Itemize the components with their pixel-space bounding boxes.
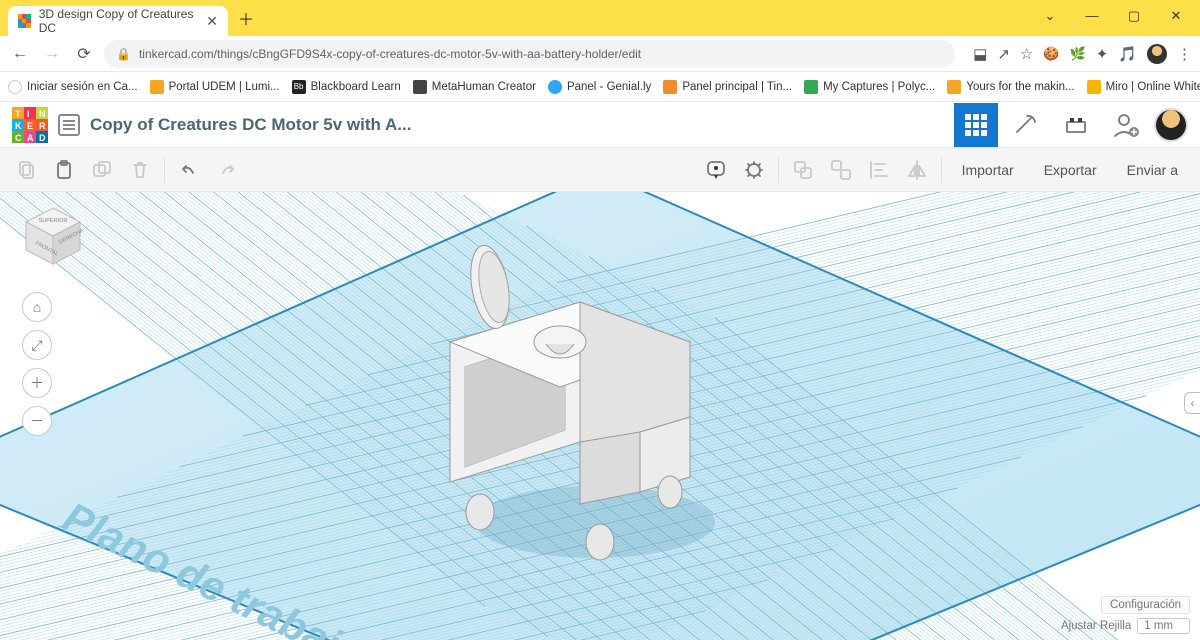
extensions-icon[interactable]: ✦ — [1096, 45, 1109, 63]
window-controls: ⌄ — ▢ ✕ — [1038, 8, 1188, 24]
user-avatar[interactable] — [1154, 108, 1188, 142]
tab-title: 3D design Copy of Creatures DC — [39, 7, 199, 35]
bookmark-item[interactable]: BbBlackboard Learn — [292, 80, 401, 94]
design-title[interactable]: Copy of Creatures DC Motor 5v with A... — [90, 115, 411, 135]
bookmark-item[interactable]: Panel principal | Tin... — [663, 80, 792, 94]
workplane[interactable]: Plano de trabajo — [0, 192, 1200, 640]
garden-icon[interactable]: 🌿 — [1070, 46, 1086, 62]
lock-icon: 🔒 — [116, 47, 131, 61]
new-tab-button[interactable]: ＋ — [228, 6, 264, 30]
bookmarks-bar: Iniciar sesión en Ca... Portal UDEM | Lu… — [0, 72, 1200, 102]
grid-snap-label: Ajustar Rejilla — [1061, 620, 1131, 632]
grid-config-button[interactable]: Configuración — [1101, 596, 1190, 614]
bookmark-item[interactable]: Iniciar sesión en Ca... — [8, 80, 138, 94]
browser-tab-active[interactable]: 3D design Copy of Creatures DC ✕ — [8, 6, 228, 36]
delete-icon[interactable] — [126, 156, 154, 184]
import-button[interactable]: Importar — [952, 162, 1024, 178]
music-icon[interactable]: 🎵 — [1118, 45, 1137, 63]
url-bar[interactable]: 🔒 tinkercad.com/things/cBngGFD9S4x-copy-… — [104, 40, 955, 68]
grid-icon — [965, 114, 987, 136]
svg-text:R: R — [39, 121, 46, 131]
svg-text:A: A — [27, 133, 34, 143]
copy-icon[interactable] — [12, 156, 40, 184]
zoom-out-button[interactable]: － — [22, 406, 52, 436]
grid-snap-select[interactable]: 1 mm — [1137, 618, 1190, 634]
svg-text:SUPERIOR: SUPERIOR — [39, 218, 68, 224]
window-minimize-icon[interactable]: — — [1080, 8, 1104, 24]
view-3d-grid-button[interactable] — [954, 103, 998, 147]
svg-text:E: E — [27, 121, 33, 131]
lego-brick-icon — [1063, 112, 1089, 138]
bookmark-item[interactable]: Portal UDEM | Lumi... — [150, 80, 280, 94]
ungroup-icon[interactable] — [827, 156, 855, 184]
design-outline-icon[interactable] — [58, 114, 80, 136]
view-cube[interactable]: SUPERIOR FRONTAL DERECHA — [18, 202, 88, 272]
bookmark-item[interactable]: My Captures | Polyc... — [804, 80, 935, 94]
cookie-icon[interactable]: 🍪 — [1043, 46, 1059, 62]
nav-reload-icon[interactable]: ⟳ — [72, 42, 96, 66]
tinkercad-logo[interactable]: TIN KER CAD — [12, 107, 48, 143]
duplicate-icon[interactable] — [88, 156, 116, 184]
tab-close-icon[interactable]: ✕ — [206, 13, 218, 30]
group-icon[interactable] — [789, 156, 817, 184]
svg-text:K: K — [15, 121, 22, 131]
url-text: tinkercad.com/things/cBngGFD9S4x-copy-of… — [139, 47, 641, 61]
align-icon[interactable] — [865, 156, 893, 184]
nav-forward-icon[interactable]: → — [40, 42, 64, 66]
visibility-icon[interactable] — [740, 156, 768, 184]
notes-icon[interactable] — [702, 156, 730, 184]
bookmark-item[interactable]: MetaHuman Creator — [413, 80, 536, 94]
svg-text:C: C — [15, 133, 22, 143]
window-chevron-icon[interactable]: ⌄ — [1038, 8, 1062, 24]
send-to-button[interactable]: Enviar a — [1117, 162, 1188, 178]
redo-icon[interactable] — [213, 156, 241, 184]
svg-text:D: D — [39, 133, 46, 143]
undo-icon[interactable] — [175, 156, 203, 184]
workplane-grid: Plano de trabajo — [0, 192, 1200, 640]
fit-view-button[interactable]: ⤢ — [22, 330, 52, 360]
bookmark-item[interactable]: Yours for the makin... — [947, 80, 1074, 94]
bookmark-item[interactable]: Panel - Genial.ly — [548, 80, 651, 94]
tinkercad-favicon — [18, 14, 31, 28]
svg-text:I: I — [27, 109, 30, 119]
bookmark-star-icon[interactable]: ☆ — [1020, 45, 1033, 63]
svg-text:N: N — [39, 109, 46, 119]
home-view-button[interactable]: ⌂ — [22, 292, 52, 322]
invite-user-button[interactable] — [1104, 103, 1148, 147]
install-app-icon[interactable]: ⬓ — [973, 45, 987, 63]
view-bricks-button[interactable] — [1054, 103, 1098, 147]
pickaxe-icon — [1013, 112, 1039, 138]
zoom-in-button[interactable]: ＋ — [22, 368, 52, 398]
kebab-menu-icon[interactable]: ⋮ — [1177, 45, 1192, 63]
toolbar: Importar Exportar Enviar a — [0, 148, 1200, 192]
svg-text:T: T — [15, 109, 21, 119]
window-maximize-icon[interactable]: ▢ — [1122, 8, 1146, 24]
export-button[interactable]: Exportar — [1034, 162, 1107, 178]
user-plus-icon — [1111, 110, 1141, 140]
share-icon[interactable]: ↗ — [997, 45, 1010, 63]
profile-avatar-icon[interactable] — [1147, 44, 1167, 64]
bookmark-item[interactable]: Miro | Online White... — [1087, 80, 1200, 94]
nav-back-icon[interactable]: ← — [8, 42, 32, 66]
shape-panel-toggle[interactable]: ‹ — [1184, 392, 1200, 414]
editor-canvas[interactable]: Plano de trabajo — [0, 192, 1200, 640]
window-close-icon[interactable]: ✕ — [1164, 8, 1188, 24]
paste-icon[interactable] — [50, 156, 78, 184]
browser-titlebar: 3D design Copy of Creatures DC ✕ ＋ ⌄ — ▢… — [0, 0, 1200, 36]
grid-controls: Configuración Ajustar Rejilla 1 mm — [1061, 596, 1190, 634]
browser-url-row: ← → ⟳ 🔒 tinkercad.com/things/cBngGFD9S4x… — [0, 36, 1200, 72]
view-blocks-button[interactable] — [1004, 103, 1048, 147]
mirror-icon[interactable] — [903, 156, 931, 184]
app-header: TIN KER CAD Copy of Creatures DC Motor 5… — [0, 102, 1200, 148]
